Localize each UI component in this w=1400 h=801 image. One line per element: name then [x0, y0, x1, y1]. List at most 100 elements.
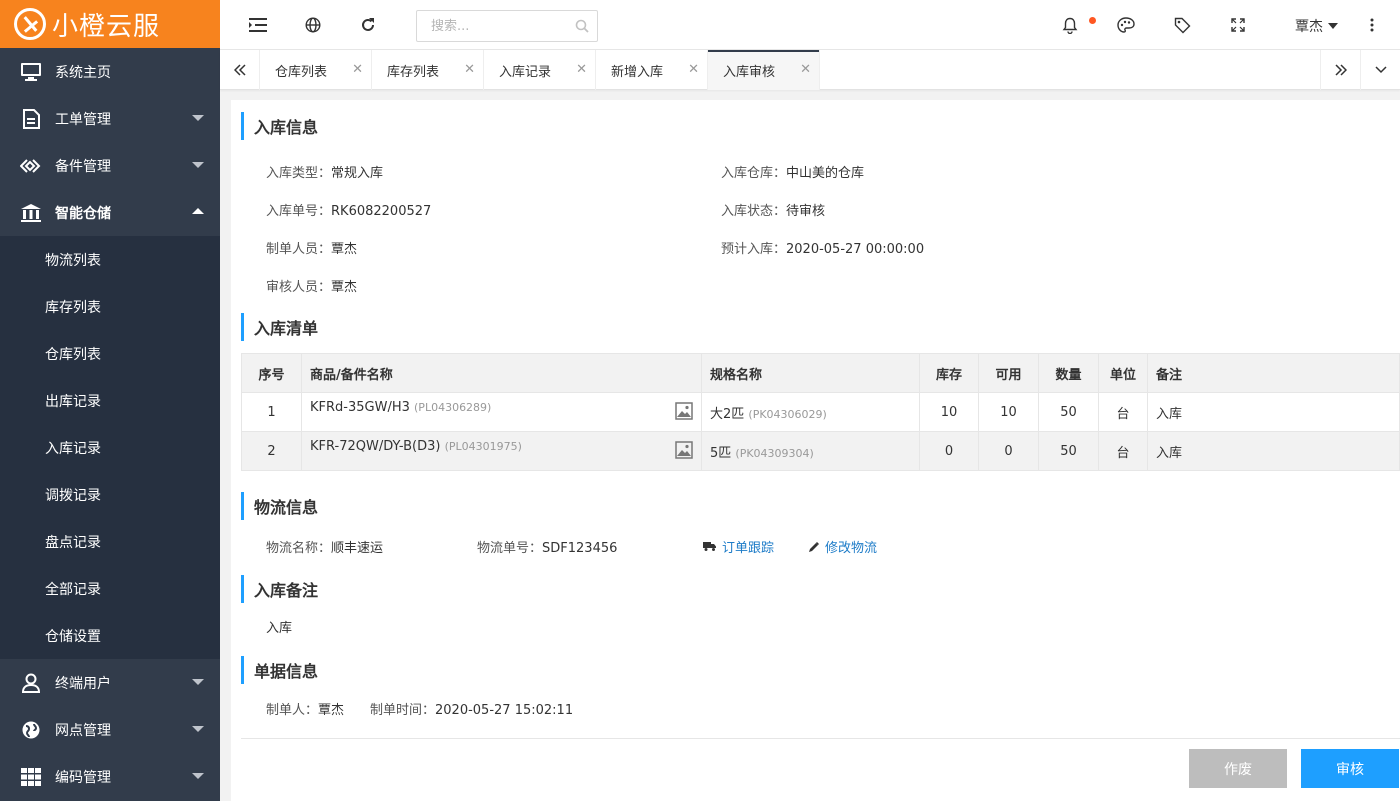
link-label: 修改物流	[825, 541, 878, 556]
field-label: 制单人员：	[266, 242, 332, 257]
edit-logistics-link[interactable]: 修改物流	[808, 537, 877, 556]
theme-icon[interactable]	[1116, 15, 1136, 35]
tab-scroll-right-icon[interactable]	[1320, 50, 1360, 90]
track-order-link[interactable]: 订单跟踪	[703, 537, 774, 556]
sidebar-item-outlets[interactable]: 网点管理	[0, 706, 220, 753]
diamond-icon	[20, 155, 42, 177]
tab-menu-chevron-down-icon[interactable]	[1360, 50, 1400, 90]
tab-warehouse-list[interactable]: 仓库列表 ✕	[260, 50, 372, 90]
user-menu[interactable]: 覃杰	[1295, 16, 1338, 36]
notification-dot	[1089, 17, 1096, 24]
spec-code: (PK04309304)	[735, 446, 814, 460]
spec-code: (PK04306029)	[748, 407, 827, 421]
product-name: KFRd-35GW/H3	[310, 400, 410, 415]
spec-name: 5匹	[710, 445, 732, 461]
field-value: 中山美的仓库	[786, 166, 865, 181]
field-inbound-number: 入库单号：RK6082200527	[266, 200, 431, 219]
menu-toggle-icon[interactable]	[248, 15, 268, 35]
tab-scroll-left-icon[interactable]	[220, 50, 260, 90]
sidebar-item-label: 系统主页	[55, 64, 111, 81]
close-icon[interactable]: ✕	[800, 62, 811, 77]
tab-label: 新增入库	[611, 64, 664, 80]
logo-icon	[14, 8, 46, 40]
cell-remark: 入库	[1147, 392, 1400, 432]
sidebar-item-home[interactable]: 系统主页	[0, 48, 220, 95]
field-auditor: 审核人员：覃杰	[266, 276, 357, 295]
fullscreen-icon[interactable]	[1228, 15, 1248, 35]
field-logistics-name: 物流名称：顺丰速运	[266, 537, 383, 556]
product-name: KFR-72QW/DY-B(D3)	[310, 439, 441, 454]
cell-no: 1	[241, 392, 302, 432]
cell-quantity: 50	[1038, 392, 1099, 432]
field-creator: 制单人员：覃杰	[266, 238, 357, 257]
close-icon[interactable]: ✕	[688, 62, 699, 77]
user-icon	[20, 672, 42, 694]
submenu-item-inbound[interactable]: 入库记录	[0, 424, 220, 471]
submenu-item-logistics[interactable]: 物流列表	[0, 236, 220, 283]
search-input[interactable]	[417, 11, 567, 41]
submenu-item-settings[interactable]: 仓储设置	[0, 612, 220, 659]
close-icon[interactable]: ✕	[464, 62, 475, 77]
pencil-icon	[809, 541, 819, 552]
app-logo[interactable]: 小橙云服	[0, 0, 220, 48]
field-label: 制单人：	[266, 703, 319, 718]
column-header: 商品/备件名称	[301, 353, 702, 393]
tag-icon[interactable]	[1172, 15, 1192, 35]
grid-icon	[20, 766, 42, 788]
table-row: 1 KFRd-35GW/H3 (PL04306289) 大2匹 (PK04306…	[241, 392, 1400, 432]
sidebar-item-workorders[interactable]: 工单管理	[0, 95, 220, 142]
submenu-item-transfer[interactable]: 调拨记录	[0, 471, 220, 518]
tab-inbound-records[interactable]: 入库记录 ✕	[484, 50, 596, 90]
tab-label: 库存列表	[387, 64, 440, 80]
sidebar-item-label: 备件管理	[55, 158, 111, 175]
image-icon[interactable]	[675, 441, 693, 463]
bell-icon[interactable]	[1060, 15, 1080, 35]
truck-icon	[703, 542, 716, 551]
audit-button[interactable]: 审核	[1301, 749, 1399, 788]
cell-stock: 0	[919, 431, 979, 471]
image-icon[interactable]	[675, 402, 693, 424]
submenu-item-stock[interactable]: 库存列表	[0, 283, 220, 330]
close-icon[interactable]: ✕	[576, 62, 587, 77]
field-label: 入库状态：	[721, 204, 787, 219]
close-icon[interactable]: ✕	[352, 62, 363, 77]
tab-new-inbound[interactable]: 新增入库 ✕	[596, 50, 708, 90]
column-header: 单位	[1098, 353, 1148, 393]
field-label: 审核人员：	[266, 280, 332, 295]
void-button[interactable]: 作废	[1189, 749, 1287, 788]
sidebar-item-warehouse[interactable]: 智能仓储	[0, 189, 220, 236]
sidebar-item-label: 终端用户	[55, 675, 111, 692]
tab-stock-list[interactable]: 库存列表 ✕	[372, 50, 484, 90]
sidebar-item-end-users[interactable]: 终端用户	[0, 659, 220, 706]
field-inbound-status: 入库状态：待审核	[721, 200, 825, 219]
app-name: 小橙云服	[52, 11, 161, 42]
submenu-item-outbound[interactable]: 出库记录	[0, 377, 220, 424]
submenu-item-all-records[interactable]: 全部记录	[0, 565, 220, 612]
sidebar: 小橙云服 系统主页 工单管理 备件管理 智能仓储 物流列表 库存列表 仓库列表 …	[0, 0, 220, 801]
tab-label: 仓库列表	[275, 64, 328, 80]
sidebar-item-parts[interactable]: 备件管理	[0, 142, 220, 189]
tab-label: 入库记录	[499, 64, 552, 80]
field-logistics-number: 物流单号：SDF123456	[477, 537, 617, 556]
search-icon[interactable]	[575, 19, 589, 37]
divider	[241, 738, 1400, 739]
search-box	[416, 10, 598, 42]
sidebar-item-codes[interactable]: 编码管理	[0, 753, 220, 800]
globe-icon[interactable]	[303, 15, 323, 35]
caret-down-icon	[1328, 23, 1338, 29]
submenu-item-warehouses[interactable]: 仓库列表	[0, 330, 220, 377]
cell-unit: 台	[1098, 392, 1148, 432]
link-label: 订单跟踪	[722, 541, 775, 556]
section-title-doc-info: 单据信息	[241, 656, 318, 684]
table-row: 2 KFR-72QW/DY-B(D3) (PL04301975) 5匹 (PK0…	[241, 431, 1400, 471]
field-value: 覃杰	[331, 242, 358, 257]
tab-inbound-audit[interactable]: 入库审核 ✕	[708, 50, 820, 90]
submenu-item-inventory-check[interactable]: 盘点记录	[0, 518, 220, 565]
refresh-icon[interactable]	[358, 15, 378, 35]
sidebar-item-label: 工单管理	[55, 111, 111, 128]
more-vertical-icon[interactable]	[1362, 15, 1382, 35]
field-value: SDF123456	[542, 541, 618, 556]
section-title-remark: 入库备注	[241, 575, 318, 603]
cell-remark: 入库	[1147, 431, 1400, 471]
field-value: 2020-05-27 00:00:00	[786, 242, 925, 257]
